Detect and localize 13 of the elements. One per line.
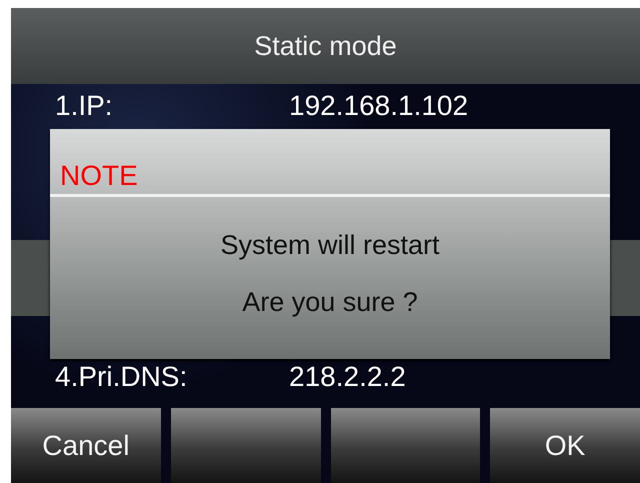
setting-row[interactable]: 1.IP: 192.168.1.102 bbox=[11, 84, 640, 128]
blank-softkey[interactable] bbox=[330, 408, 480, 483]
setting-value: 218.2.2.2 bbox=[289, 362, 406, 392]
dialog-title: NOTE bbox=[60, 160, 138, 192]
setting-label: 4.Pri.DNS: bbox=[54, 362, 188, 392]
dialog-message: Are you sure ? bbox=[242, 287, 418, 318]
setting-value: 192.168.1.102 bbox=[289, 91, 468, 121]
softkey[interactable]: Cancel bbox=[11, 408, 161, 483]
softkey[interactable]: OK bbox=[490, 408, 640, 483]
blank-softkey[interactable] bbox=[170, 408, 320, 483]
setting-label: 1.IP: bbox=[54, 91, 114, 121]
screen-title: Static mode bbox=[11, 8, 640, 84]
dialog-message: System will restart bbox=[220, 230, 440, 261]
